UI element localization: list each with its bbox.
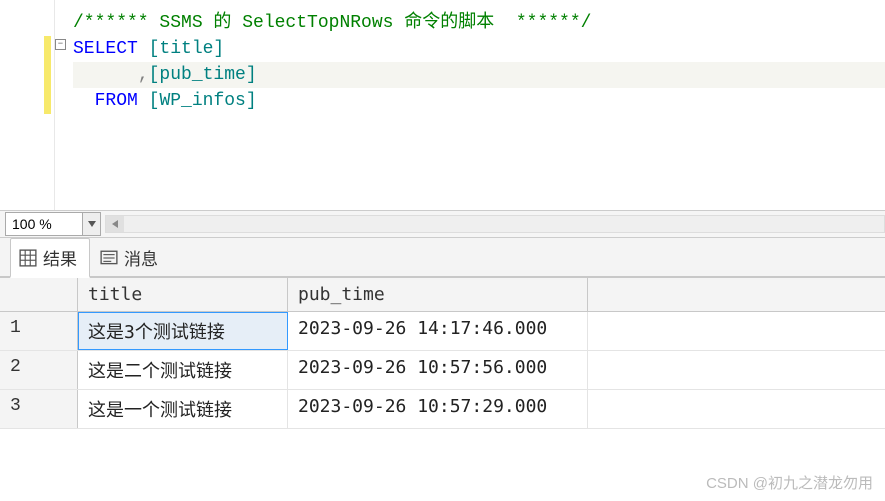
zoom-dropdown[interactable]: 100 % bbox=[5, 212, 101, 236]
cell-title[interactable]: 这是二个测试链接 bbox=[78, 351, 288, 389]
col-pub-time: [pub_time] bbox=[149, 65, 257, 85]
chevron-down-icon[interactable] bbox=[82, 213, 100, 235]
results-grid: title pub_time 1 这是3个测试链接 2023-09-26 14:… bbox=[0, 278, 885, 429]
row-number[interactable]: 3 bbox=[0, 390, 78, 428]
cell-pub-time[interactable]: 2023-09-26 10:57:56.000 bbox=[288, 351, 588, 389]
tab-messages-label: 消息 bbox=[124, 245, 158, 270]
grid-icon bbox=[19, 249, 37, 267]
row-header-blank[interactable] bbox=[0, 278, 78, 311]
change-indicator bbox=[44, 36, 51, 114]
horizontal-scrollbar[interactable] bbox=[105, 215, 885, 233]
results-tabs: 结果 消息 bbox=[0, 238, 885, 278]
fold-toggle[interactable]: − bbox=[55, 39, 66, 50]
scroll-left-icon[interactable] bbox=[106, 216, 124, 232]
col-header-title[interactable]: title bbox=[78, 278, 288, 311]
cell-pub-time[interactable]: 2023-09-26 10:57:29.000 bbox=[288, 390, 588, 428]
col-header-pub-time[interactable]: pub_time bbox=[288, 278, 588, 311]
row-number[interactable]: 1 bbox=[0, 312, 78, 350]
tab-results-label: 结果 bbox=[43, 245, 77, 270]
kw-from: FROM bbox=[95, 91, 138, 111]
tab-messages[interactable]: 消息 bbox=[92, 239, 170, 276]
messages-icon bbox=[100, 249, 118, 267]
code-content[interactable]: /****** SSMS 的 SelectTopNRows 命令的脚本 ****… bbox=[55, 0, 885, 210]
col-title: [title] bbox=[149, 39, 225, 59]
watermark: CSDN @初九之潜龙勿用 bbox=[706, 472, 873, 493]
table-row: 1 这是3个测试链接 2023-09-26 14:17:46.000 bbox=[0, 312, 885, 351]
comment-line: /****** SSMS 的 SelectTopNRows 命令的脚本 ****… bbox=[73, 13, 591, 33]
tab-results[interactable]: 结果 bbox=[10, 238, 90, 278]
sql-editor-area: − /****** SSMS 的 SelectTopNRows 命令的脚本 **… bbox=[0, 0, 885, 210]
table-row: 2 这是二个测试链接 2023-09-26 10:57:56.000 bbox=[0, 351, 885, 390]
grid-header-row: title pub_time bbox=[0, 278, 885, 312]
editor-gutter: − bbox=[0, 0, 55, 210]
kw-select: SELECT bbox=[73, 39, 138, 59]
cell-title[interactable]: 这是一个测试链接 bbox=[78, 390, 288, 428]
cell-pub-time[interactable]: 2023-09-26 14:17:46.000 bbox=[288, 312, 588, 350]
zoom-bar: 100 % bbox=[0, 210, 885, 238]
cell-title[interactable]: 这是3个测试链接 bbox=[78, 312, 288, 350]
table-name: [WP_infos] bbox=[149, 91, 257, 111]
comma: , bbox=[138, 65, 149, 85]
row-number[interactable]: 2 bbox=[0, 351, 78, 389]
table-row: 3 这是一个测试链接 2023-09-26 10:57:29.000 bbox=[0, 390, 885, 429]
zoom-value: 100 % bbox=[6, 216, 82, 232]
